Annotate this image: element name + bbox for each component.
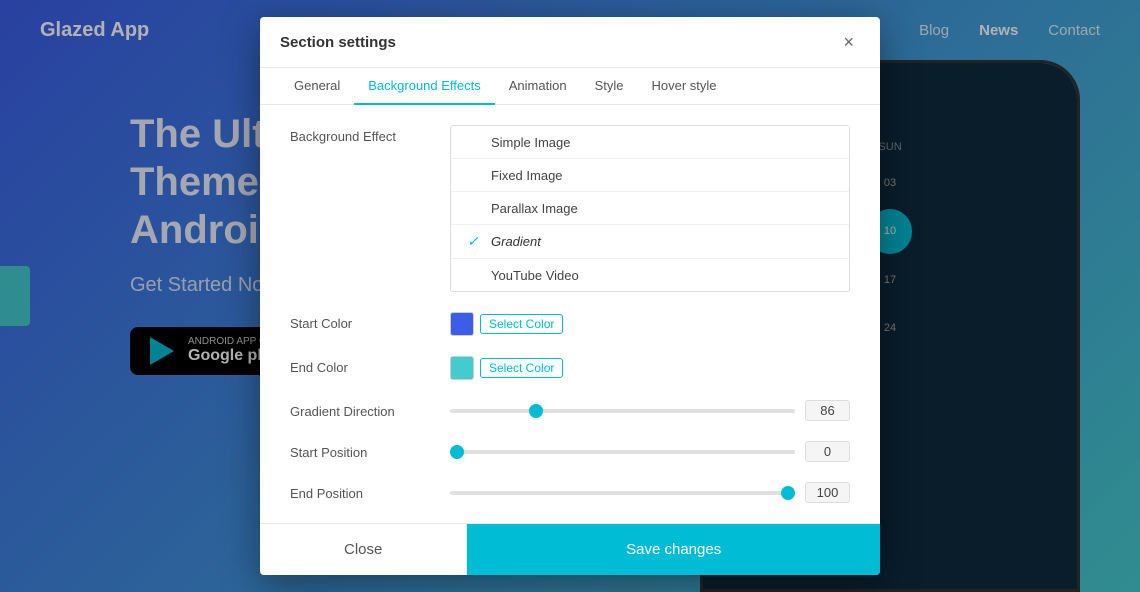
start-color-row: Start Color Select Color — [290, 312, 850, 336]
gradient-direction-label: Gradient Direction — [290, 400, 430, 419]
background-effect-row: Background Effect Simple Image Fixed Ima… — [290, 125, 850, 292]
modal-footer: Close Save changes — [260, 523, 880, 575]
end-position-label: End Position — [290, 482, 430, 501]
start-position-label: Start Position — [290, 441, 430, 460]
background-effect-control: Simple Image Fixed Image Parallax Image … — [450, 125, 850, 292]
start-position-row: Start Position 0 — [290, 441, 850, 462]
end-color-select-label: Select Color — [480, 358, 563, 378]
end-color-control: Select Color — [450, 356, 850, 380]
start-position-slider[interactable] — [450, 450, 795, 454]
end-position-slider[interactable] — [450, 491, 795, 495]
end-color-row: End Color Select Color — [290, 356, 850, 380]
check-youtube-video — [467, 267, 483, 283]
modal-body: Background Effect Simple Image Fixed Ima… — [260, 105, 880, 523]
close-button[interactable]: Close — [260, 524, 467, 575]
end-color-button[interactable]: Select Color — [450, 356, 563, 380]
gradient-direction-value: 86 — [805, 400, 850, 421]
tab-style[interactable]: Style — [581, 68, 638, 105]
save-changes-button[interactable]: Save changes — [467, 524, 880, 575]
gradient-direction-control: 86 — [450, 400, 850, 421]
end-position-row: End Position 100 — [290, 482, 850, 503]
modal-close-button[interactable]: × — [837, 31, 860, 53]
start-color-control: Select Color — [450, 312, 850, 336]
check-simple-image — [467, 134, 483, 150]
effect-option-parallax-image[interactable]: Parallax Image — [451, 191, 849, 224]
effect-option-gradient[interactable]: ✓ Gradient — [451, 224, 849, 258]
check-parallax-image — [467, 200, 483, 216]
start-color-swatch — [450, 312, 474, 336]
tab-background-effects[interactable]: Background Effects — [354, 68, 495, 105]
start-position-control: 0 — [450, 441, 850, 462]
check-fixed-image — [467, 167, 483, 183]
start-position-value: 0 — [805, 441, 850, 462]
modal-title: Section settings — [280, 34, 396, 51]
section-settings-modal: Section settings × General Background Ef… — [260, 17, 880, 575]
effect-option-simple-image[interactable]: Simple Image — [451, 126, 849, 158]
start-color-select-label: Select Color — [480, 314, 563, 334]
start-color-label: Start Color — [290, 312, 430, 331]
effect-option-youtube-video[interactable]: YouTube Video — [451, 258, 849, 291]
modal-header: Section settings × — [260, 17, 880, 68]
end-color-label: End Color — [290, 356, 430, 375]
gradient-direction-row: Gradient Direction 86 — [290, 400, 850, 421]
tab-hover-style[interactable]: Hover style — [637, 68, 730, 105]
gradient-direction-slider[interactable] — [450, 409, 795, 413]
end-position-control: 100 — [450, 482, 850, 503]
effect-dropdown-list: Simple Image Fixed Image Parallax Image … — [450, 125, 850, 292]
end-color-swatch — [450, 356, 474, 380]
background-effect-label: Background Effect — [290, 125, 430, 144]
end-position-value: 100 — [805, 482, 850, 503]
modal-backdrop: Section settings × General Background Ef… — [0, 0, 1140, 592]
check-gradient: ✓ — [467, 233, 483, 250]
modal-tabs: General Background Effects Animation Sty… — [260, 68, 880, 105]
start-color-button[interactable]: Select Color — [450, 312, 563, 336]
tab-animation[interactable]: Animation — [495, 68, 581, 105]
effect-option-fixed-image[interactable]: Fixed Image — [451, 158, 849, 191]
tab-general[interactable]: General — [280, 68, 354, 105]
